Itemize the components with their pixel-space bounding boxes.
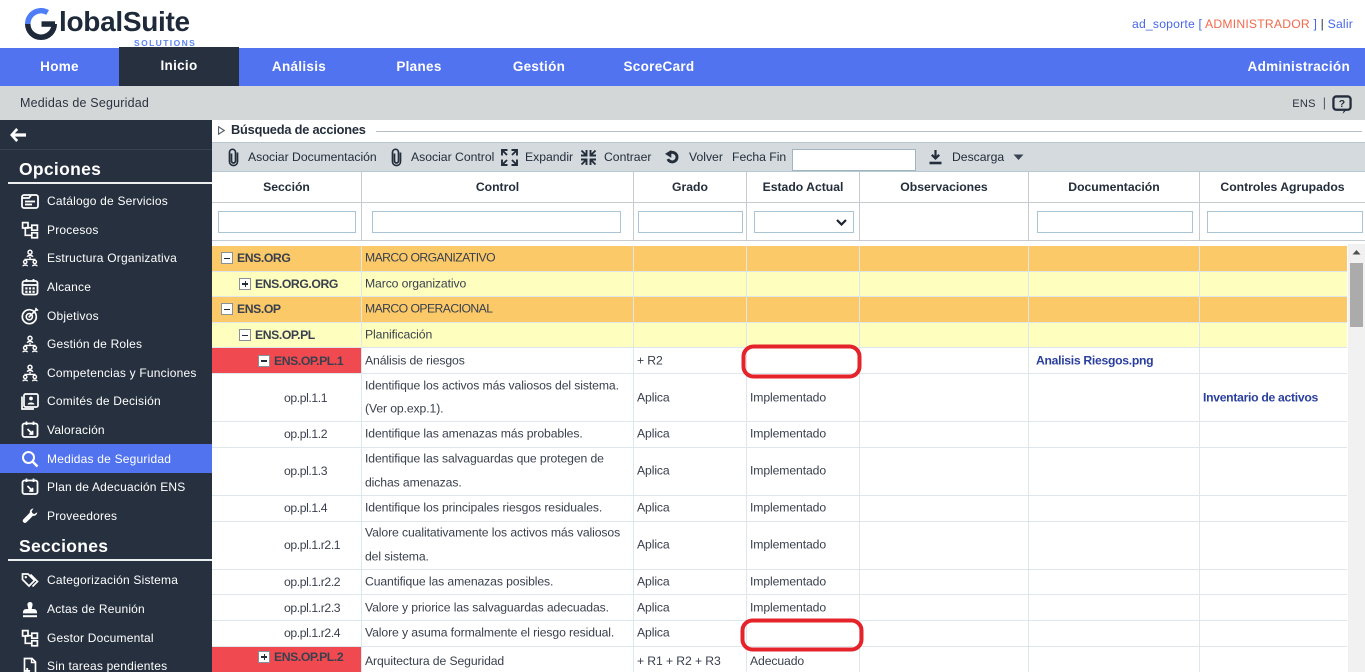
svg-text:?: ? xyxy=(1339,99,1345,110)
